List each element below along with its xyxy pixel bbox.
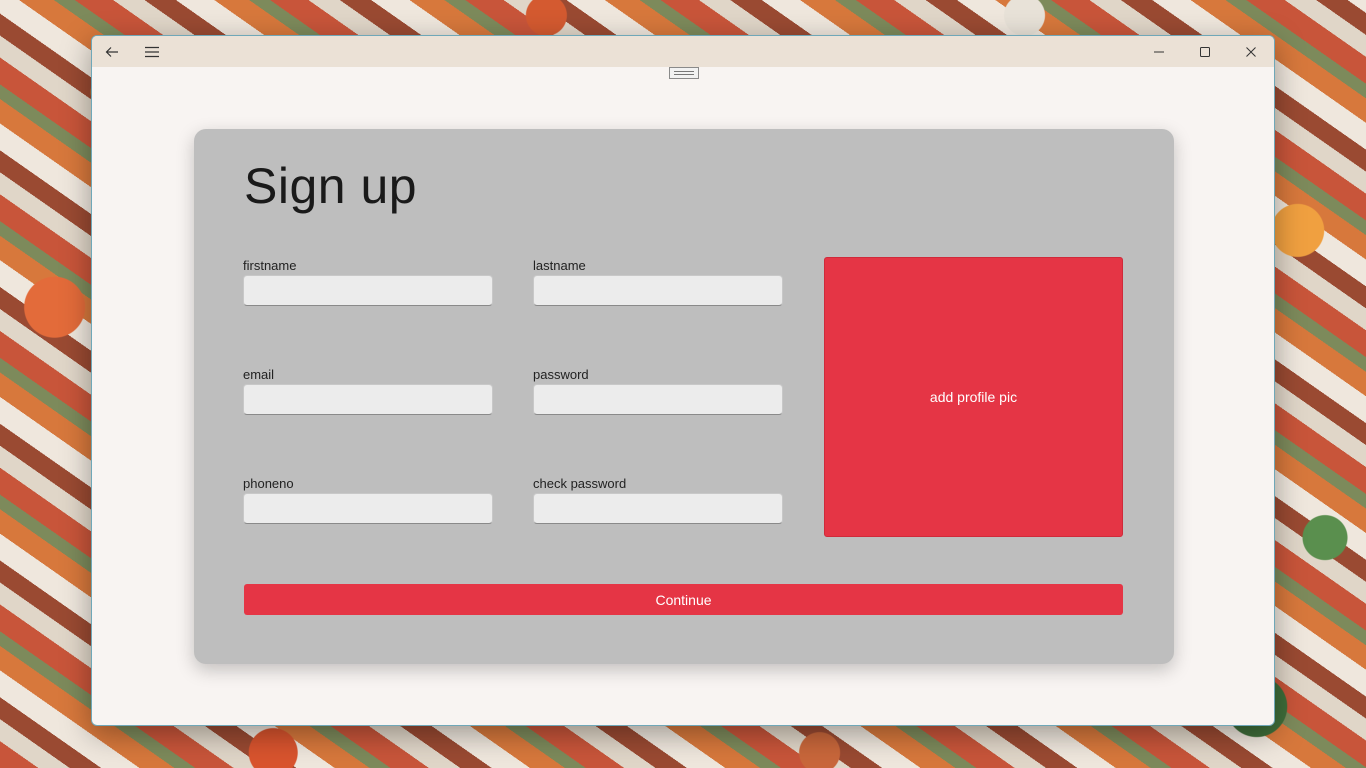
- email-input[interactable]: [243, 384, 493, 415]
- phoneno-input[interactable]: [243, 493, 493, 524]
- phoneno-group: phoneno: [243, 476, 493, 524]
- minimize-icon: [1154, 51, 1164, 52]
- close-icon: [1246, 46, 1256, 57]
- lastname-label: lastname: [533, 258, 586, 273]
- firstname-label: firstname: [243, 258, 297, 273]
- firstname-group: firstname: [243, 258, 493, 306]
- maximize-button[interactable]: [1182, 36, 1228, 67]
- check-password-input[interactable]: [533, 493, 783, 524]
- menu-button[interactable]: [132, 36, 172, 67]
- password-label: password: [533, 367, 589, 382]
- title-bar[interactable]: [92, 36, 1274, 67]
- page-title: Sign up: [244, 158, 418, 214]
- minimize-button[interactable]: [1136, 36, 1182, 67]
- add-profile-pic-label: add profile pic: [929, 389, 1018, 405]
- phoneno-label: phoneno: [243, 476, 294, 491]
- signup-card: Sign up firstname lastname email passwor…: [194, 129, 1174, 664]
- password-input[interactable]: [533, 384, 783, 415]
- firstname-input[interactable]: [243, 275, 493, 306]
- check-password-label: check password: [533, 476, 627, 491]
- email-label: email: [243, 367, 275, 382]
- drag-handle[interactable]: [669, 67, 699, 79]
- email-group: email: [243, 367, 493, 415]
- hamburger-menu-icon: [145, 46, 159, 57]
- close-button[interactable]: [1228, 36, 1274, 67]
- back-arrow-icon: [105, 46, 118, 57]
- password-group: password: [533, 367, 783, 415]
- back-button[interactable]: [92, 36, 132, 67]
- app-window: Sign up firstname lastname email passwor…: [91, 35, 1275, 726]
- check-password-group: check password: [533, 476, 783, 524]
- lastname-input[interactable]: [533, 275, 783, 306]
- add-profile-pic-button[interactable]: add profile pic: [824, 257, 1123, 537]
- continue-button[interactable]: Continue: [244, 584, 1123, 615]
- grip-icon: [674, 71, 694, 75]
- lastname-group: lastname: [533, 258, 783, 306]
- maximize-icon: [1200, 46, 1210, 57]
